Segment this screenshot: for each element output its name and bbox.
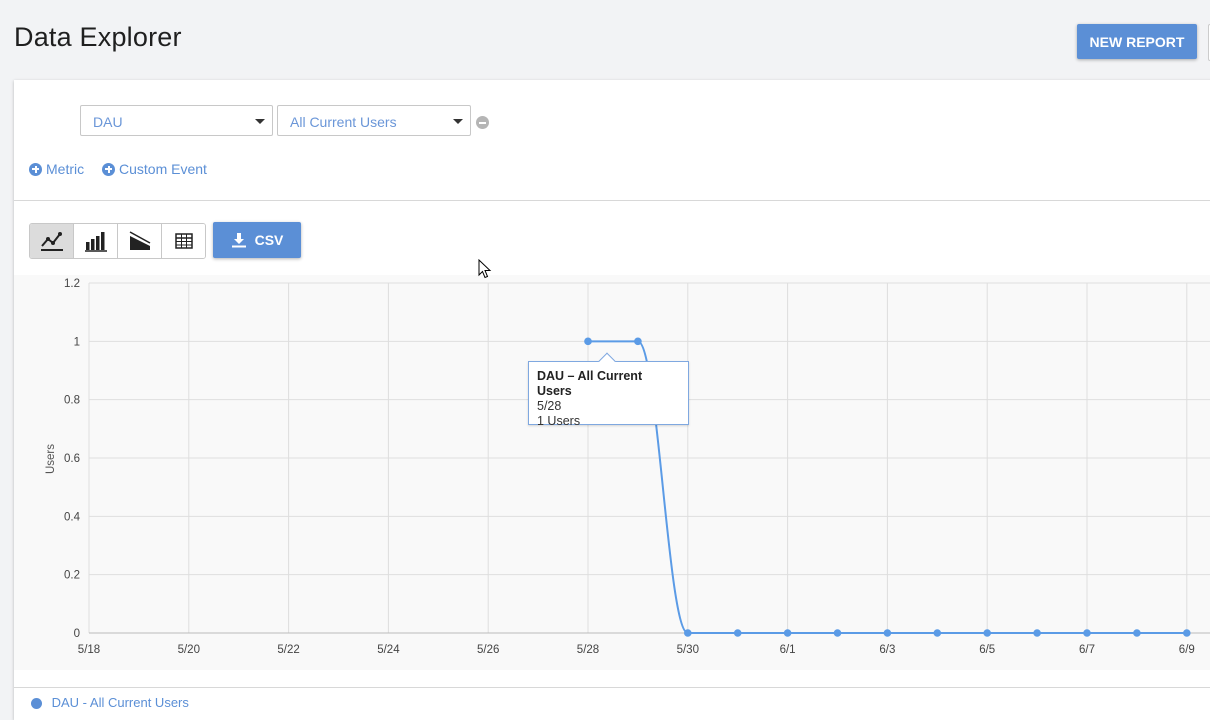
tooltip-title: DAU – All Current Users <box>537 369 643 398</box>
legend-label: DAU - All Current Users <box>51 695 189 710</box>
tooltip-date: 5/28 <box>537 399 562 413</box>
x-tick-label: 6/5 <box>979 644 995 656</box>
y-tick-label: 0.4 <box>64 511 81 523</box>
data-point[interactable] <box>933 629 942 637</box>
data-point[interactable] <box>783 629 792 637</box>
y-tick-label: 0.6 <box>64 453 80 465</box>
tooltip-value: 1 Users <box>537 414 581 428</box>
data-point[interactable] <box>983 629 991 637</box>
y-tick-label: 0.8 <box>64 395 80 407</box>
y-tick-label: 0 <box>74 628 80 640</box>
y-tick-label: 1.2 <box>64 278 80 290</box>
x-tick-label: 5/30 <box>677 644 699 656</box>
x-tick-label: 6/3 <box>879 644 895 656</box>
legend-dot-icon <box>31 698 42 710</box>
x-tick-label: 5/20 <box>178 644 200 656</box>
tooltip: DAU – All Current Users 5/28 1 Users <box>528 352 689 428</box>
legend-item[interactable]: DAU - All Current Users <box>31 695 189 710</box>
x-tick-label: 5/24 <box>377 644 400 656</box>
data-point[interactable] <box>833 629 842 637</box>
data-point[interactable] <box>1183 629 1191 637</box>
x-tick-label: 5/26 <box>477 644 499 656</box>
y-tick-label: 1 <box>74 336 80 348</box>
x-tick-label: 5/28 <box>577 644 599 656</box>
y-axis-label: Users <box>45 444 57 474</box>
data-point[interactable] <box>1133 629 1141 637</box>
x-tick-label: 6/9 <box>1179 644 1195 656</box>
data-point[interactable] <box>584 337 592 346</box>
mouse-cursor-icon <box>478 259 492 279</box>
y-tick-label: 0.2 <box>64 570 80 582</box>
data-point[interactable] <box>684 629 692 637</box>
x-tick-label: 5/22 <box>277 644 299 656</box>
data-point[interactable] <box>634 337 642 346</box>
x-tick-label: 6/1 <box>780 644 796 656</box>
data-point[interactable] <box>883 629 892 637</box>
data-point[interactable] <box>733 629 742 637</box>
line-chart: 1.2 1 0.8 0.6 0.4 0.2 0 5/18 5/20 5/22 5/24 5/26 5/2… <box>45 278 1210 656</box>
data-point[interactable] <box>1033 629 1041 637</box>
x-tick-label: 6/7 <box>1079 644 1095 656</box>
data-point[interactable] <box>1083 629 1091 637</box>
x-tick-label: 5/18 <box>78 644 100 656</box>
